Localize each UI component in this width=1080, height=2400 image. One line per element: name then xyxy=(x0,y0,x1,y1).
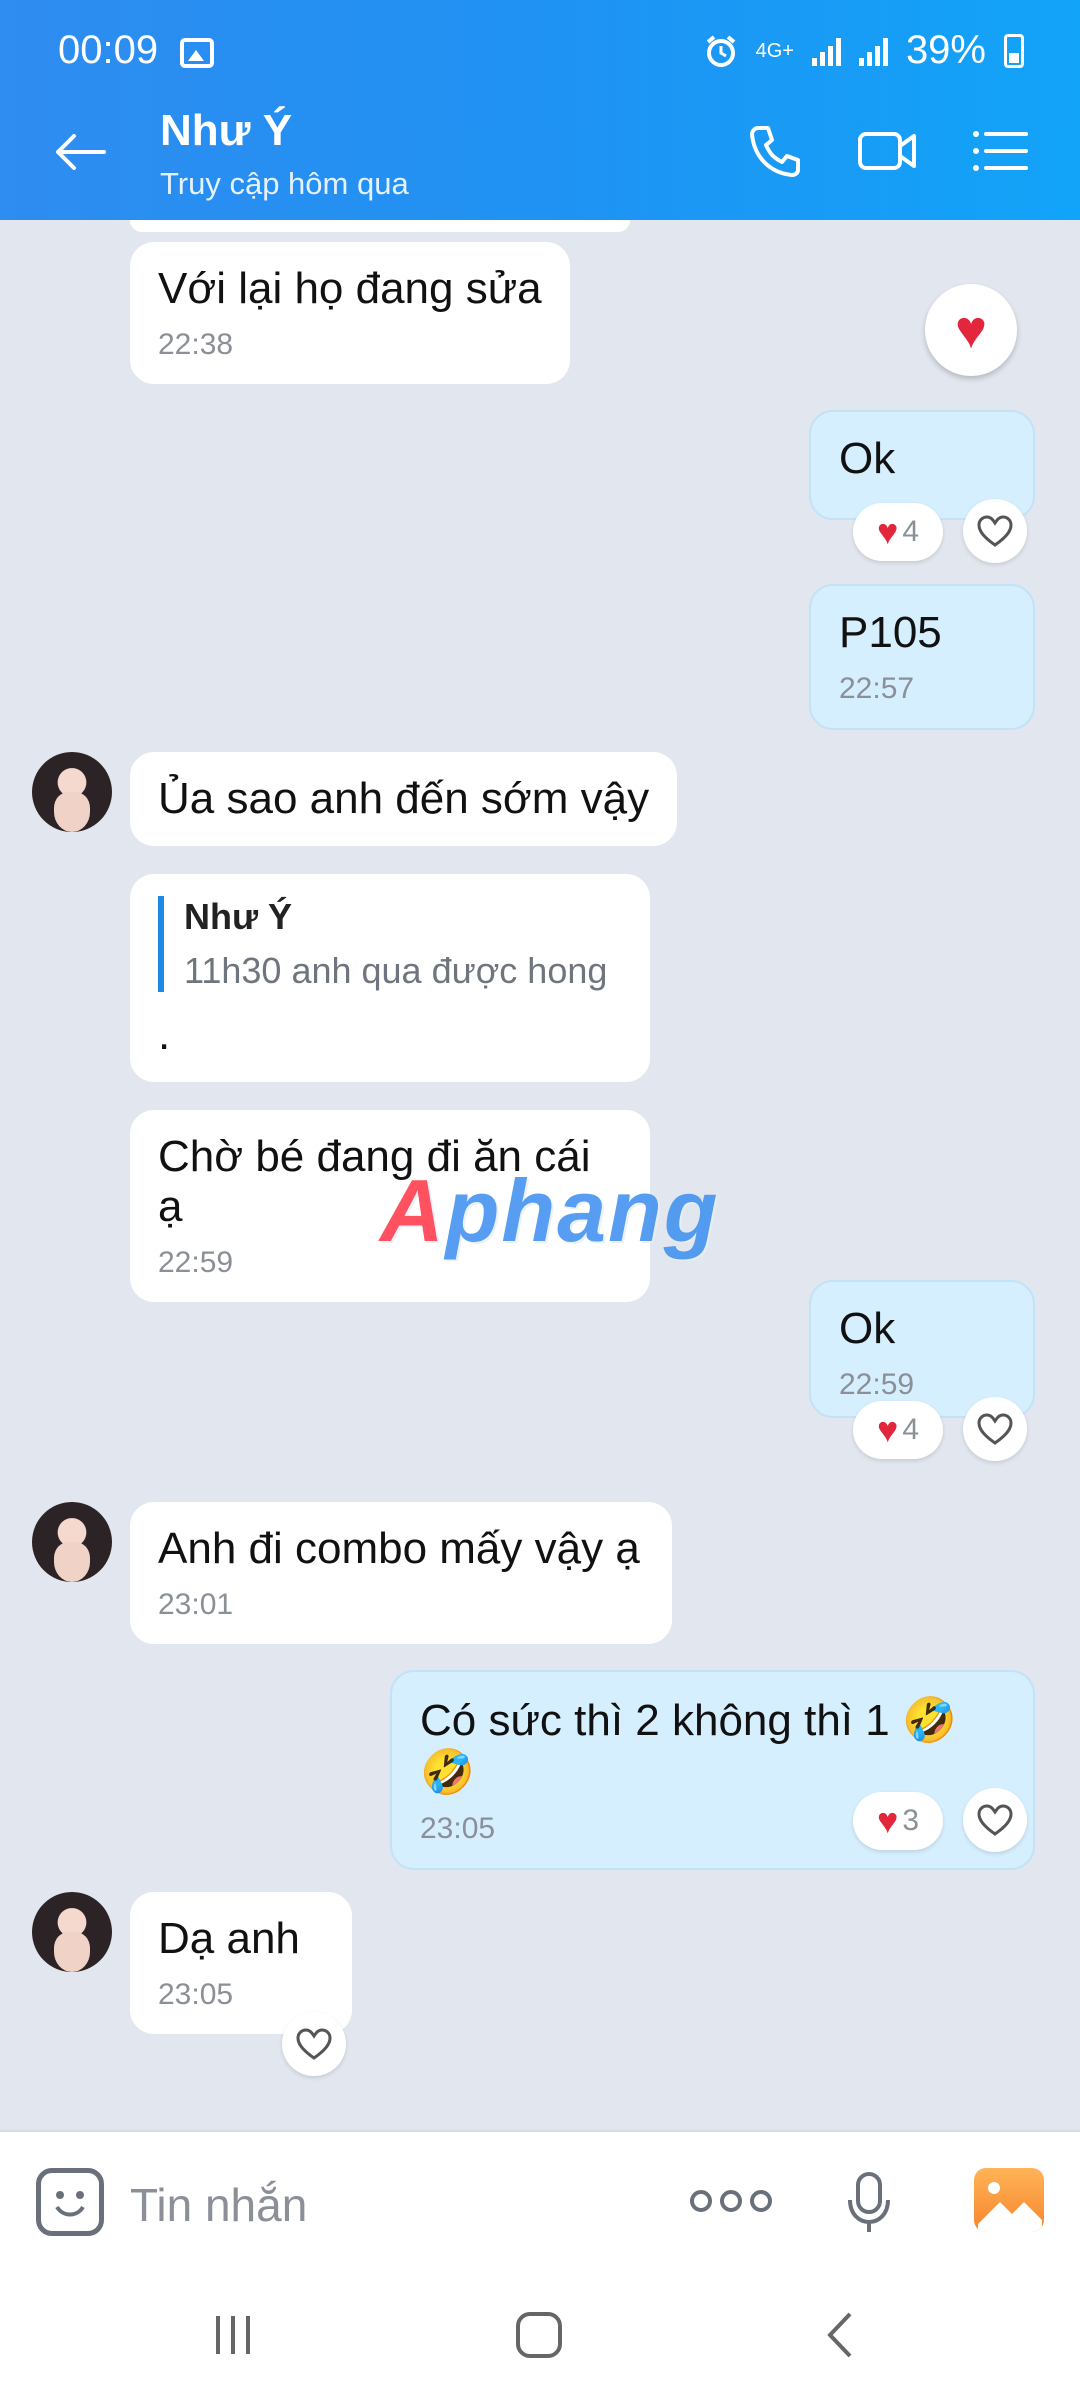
heart-icon: ♥ xyxy=(876,511,899,552)
reaction-badge[interactable]: ♥ 4 xyxy=(853,503,943,561)
status-bar: 00:09 4G+ 39% xyxy=(0,0,1080,86)
heart-icon: ♥ xyxy=(876,1800,899,1841)
heart-outline-icon xyxy=(977,1804,1013,1836)
message-text: . xyxy=(158,1010,171,1059)
previous-bubble-edge xyxy=(130,220,630,232)
message-incoming[interactable]: Anh đi combo mấy vậy ạ 23:01 xyxy=(130,1502,672,1644)
heart-icon: ♥ xyxy=(876,1409,899,1450)
reaction-badge[interactable]: ♥ 4 xyxy=(853,1401,943,1459)
message-input[interactable]: Tin nhắn xyxy=(130,2178,307,2232)
more-options-icon[interactable] xyxy=(690,2190,772,2212)
heart-outline-icon xyxy=(296,2028,332,2060)
image-notification-icon xyxy=(180,38,214,68)
signal-icon xyxy=(811,36,841,66)
emoji-sticker-icon[interactable] xyxy=(36,2168,104,2236)
message-composer: Tin nhắn xyxy=(0,2130,1080,2270)
message-text: P105 xyxy=(839,608,942,657)
message-text: Ủa sao anh đến sớm vậy xyxy=(158,774,650,823)
top-bar: 00:09 4G+ 39% Như Ý Truy cập hôm qua xyxy=(0,0,1080,220)
message-time: 23:01 xyxy=(158,1588,234,1621)
like-button[interactable] xyxy=(282,2012,346,2076)
message-reply[interactable]: Như Ý 11h30 anh qua được hong . xyxy=(130,874,650,1082)
reaction-badge[interactable]: ♥ 3 xyxy=(853,1792,943,1850)
system-navigation-bar xyxy=(0,2270,1080,2400)
message-incoming[interactable]: Với lại họ đang sửa 22:38 xyxy=(130,242,570,384)
menu-list-icon[interactable] xyxy=(964,116,1034,186)
status-time: 00:09 xyxy=(58,28,159,72)
message-text: Dạ anh xyxy=(158,1914,300,1963)
message-text: Ok xyxy=(839,434,896,483)
last-seen: Truy cập hôm qua xyxy=(160,166,409,201)
quoted-text: 11h30 anh qua được hong xyxy=(184,950,608,991)
heart-reaction-icon[interactable]: ♥ xyxy=(925,284,1017,376)
avatar[interactable] xyxy=(32,1892,112,1972)
back-nav-icon[interactable] xyxy=(820,2310,860,2360)
image-icon xyxy=(978,2182,1042,2232)
message-incoming[interactable]: Ủa sao anh đến sớm vậy xyxy=(130,752,678,846)
message-text: Ok xyxy=(839,1304,896,1353)
recent-apps-icon[interactable] xyxy=(208,2310,258,2360)
message-time: 22:38 xyxy=(158,328,234,361)
chat-header: Như Ý Truy cập hôm qua xyxy=(0,86,1080,220)
message-time: 22:57 xyxy=(839,672,915,705)
contact-name[interactable]: Như Ý xyxy=(160,106,292,156)
watermark-logo: Aphang xyxy=(380,1160,720,1262)
heart-outline-icon xyxy=(977,515,1013,547)
message-outgoing[interactable]: Có sức thì 2 không thì 1 🤣🤣 23:05 xyxy=(390,1670,1035,1870)
battery-icon xyxy=(1004,33,1024,68)
avatar[interactable] xyxy=(32,752,112,832)
reaction-count: 4 xyxy=(902,515,920,548)
microphone-icon[interactable] xyxy=(845,2170,893,2236)
like-button[interactable] xyxy=(963,1397,1027,1461)
avatar[interactable] xyxy=(32,1502,112,1582)
like-button[interactable] xyxy=(963,1788,1027,1852)
watermark-letter: A xyxy=(380,1161,446,1260)
alarm-icon xyxy=(706,34,735,67)
like-button[interactable] xyxy=(963,499,1027,563)
gallery-image-icon[interactable] xyxy=(974,2168,1044,2232)
quoted-message[interactable]: Như Ý 11h30 anh qua được hong xyxy=(158,896,622,992)
status-right: 4G+ 39% xyxy=(704,28,1024,73)
home-icon[interactable] xyxy=(512,2308,566,2362)
video-call-icon[interactable] xyxy=(852,116,922,186)
message-text: Có sức thì 2 không thì 1 🤣🤣 xyxy=(420,1696,957,1797)
reaction-count: 4 xyxy=(902,1413,920,1446)
message-time: 23:05 xyxy=(158,1978,234,2011)
message-time: 22:59 xyxy=(839,1368,915,1401)
network-type: 4G+ xyxy=(755,39,794,62)
signal-icon-2 xyxy=(858,36,888,66)
quoted-author: Như Ý xyxy=(184,896,293,937)
smile-face-icon xyxy=(55,2191,85,2217)
message-text: Anh đi combo mấy vậy ạ xyxy=(158,1524,640,1573)
reaction-count: 3 xyxy=(902,1804,920,1837)
message-text: Với lại họ đang sửa xyxy=(158,264,542,313)
phone-call-icon[interactable] xyxy=(740,116,810,186)
message-outgoing[interactable]: P105 22:57 xyxy=(809,584,1035,730)
heart-outline-icon xyxy=(977,1413,1013,1445)
watermark-text: phang xyxy=(445,1161,720,1260)
back-arrow-icon[interactable] xyxy=(48,120,112,184)
battery-percent: 39% xyxy=(905,28,986,72)
